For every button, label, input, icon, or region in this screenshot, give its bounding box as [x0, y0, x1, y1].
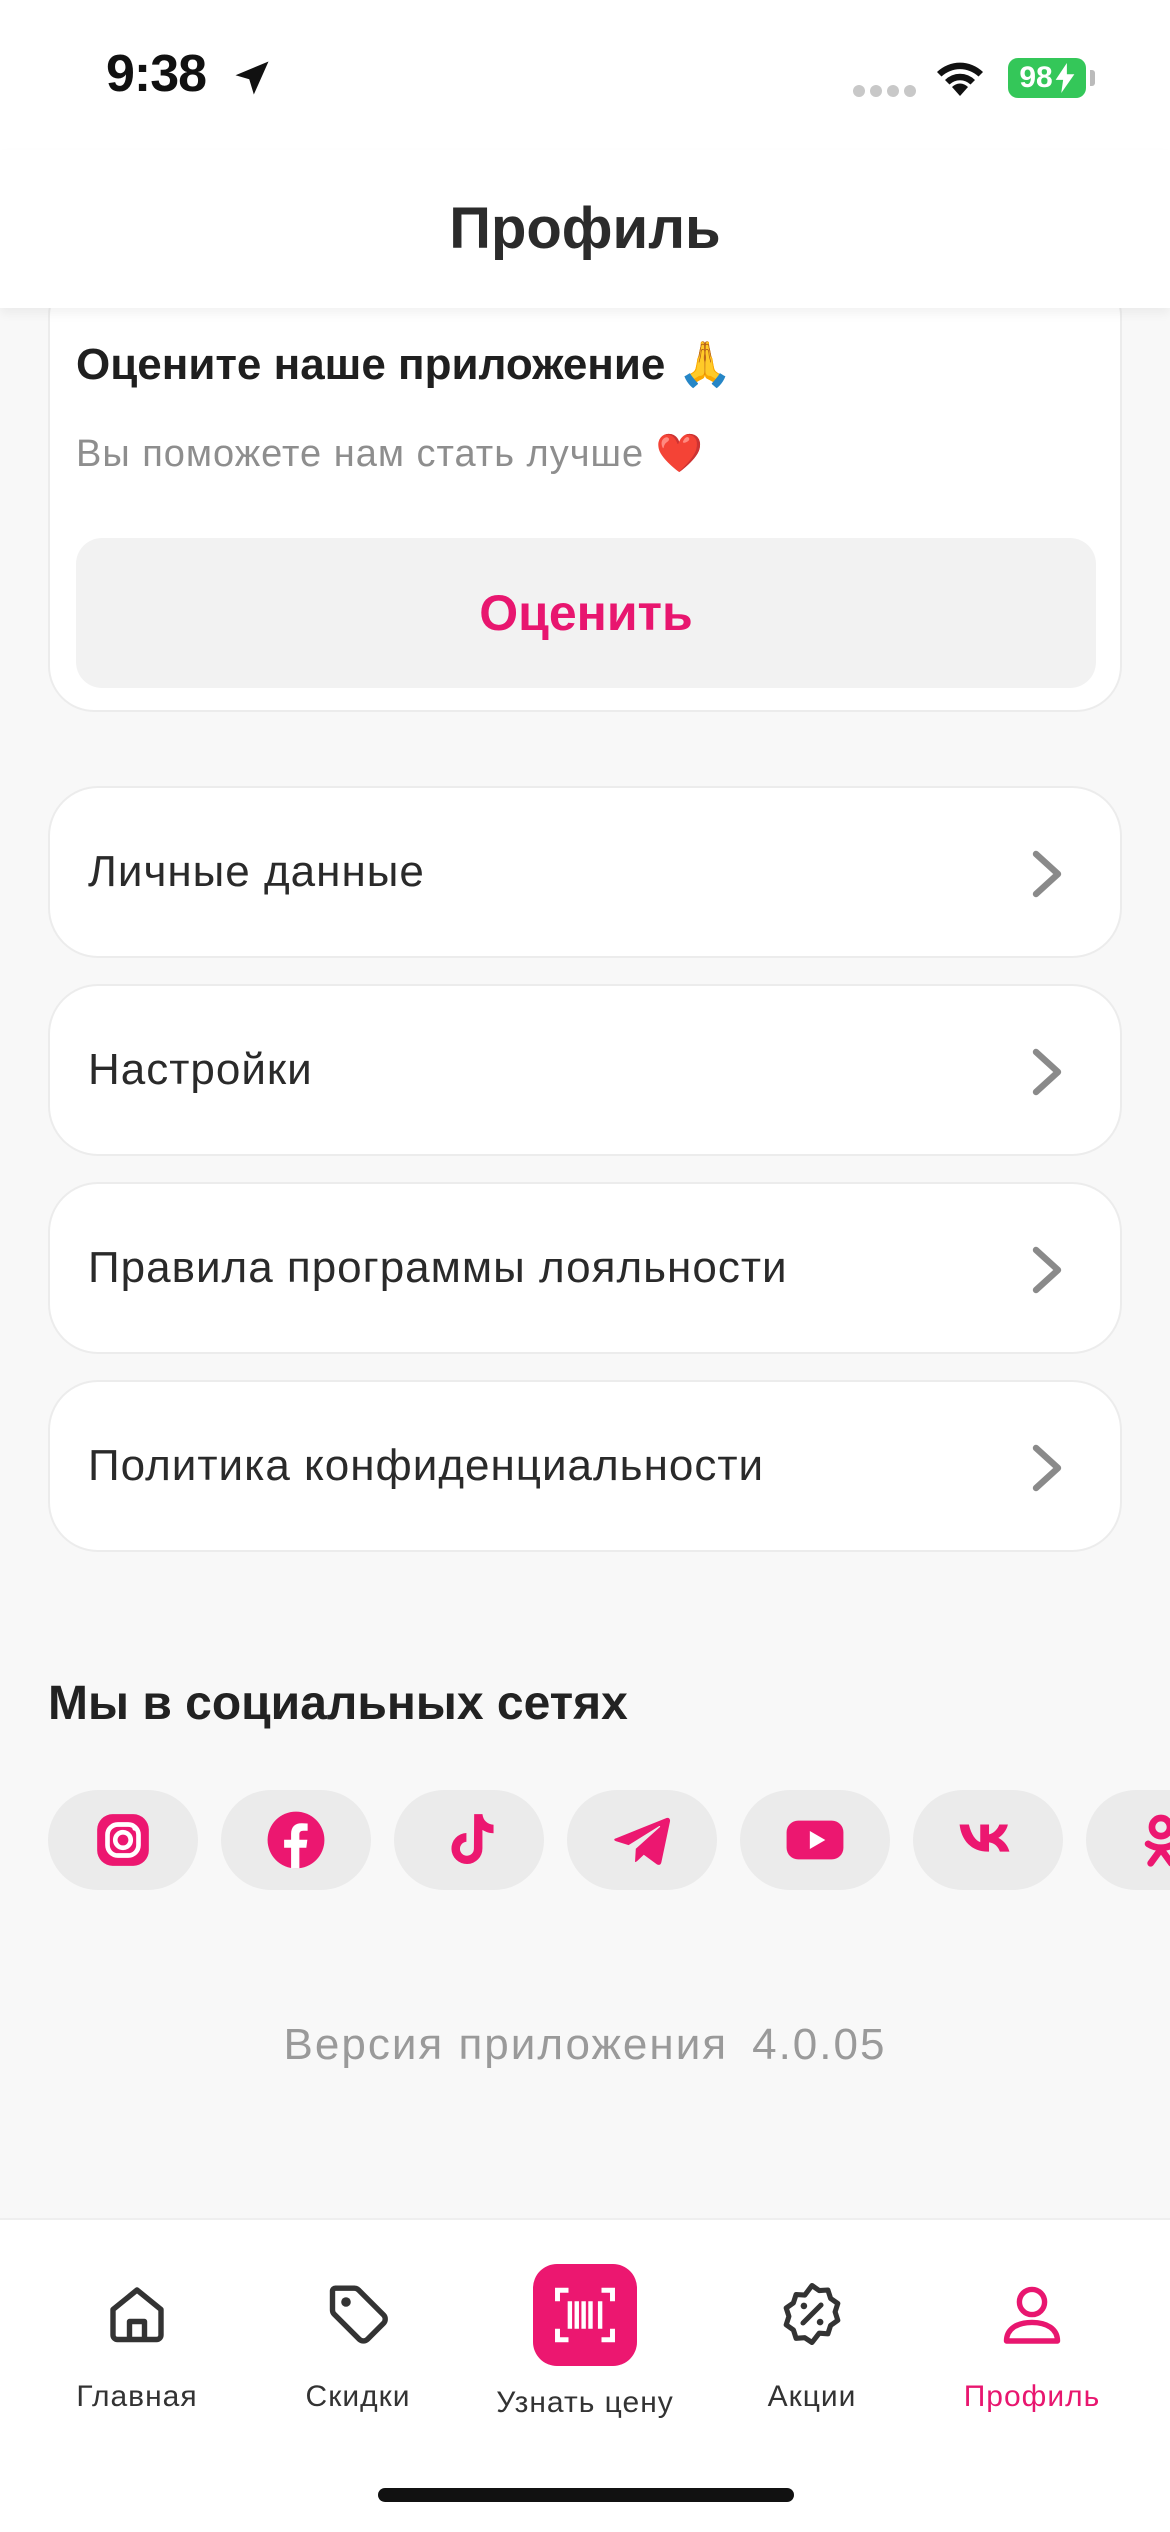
tab-label: Узнать цену — [496, 2386, 674, 2419]
odnoklassniki-icon — [1144, 1814, 1170, 1867]
rate-app-button[interactable]: Оценить — [76, 538, 1096, 688]
app-version-number: 4.0.05 — [752, 2020, 887, 2069]
tab-discounts[interactable]: Скидки — [248, 2270, 468, 2420]
percent-badge-icon — [783, 2282, 841, 2346]
menu-item-label: Личные данные — [88, 847, 425, 896]
instagram-icon — [97, 1814, 149, 1866]
tab-label: Профиль — [963, 2380, 1101, 2413]
status-bar: 9:38 98 — [0, 0, 1170, 150]
vk-icon — [959, 1824, 1010, 1852]
facebook-button[interactable] — [221, 1790, 371, 1890]
instagram-button[interactable] — [48, 1790, 198, 1890]
menu-item-label: Правила программы лояльности — [88, 1243, 788, 1292]
menu-item-loyalty-rules[interactable]: Правила программы лояльности — [48, 1182, 1122, 1354]
telegram-button[interactable] — [567, 1790, 717, 1890]
tab-label: Акции — [767, 2380, 857, 2413]
tab-check-price[interactable]: Узнать цену — [475, 2264, 695, 2420]
tab-label: Скидки — [305, 2380, 411, 2413]
vk-button[interactable] — [913, 1790, 1063, 1890]
app-version: Версия приложения 4.0.05 — [0, 2020, 1170, 2070]
facebook-icon — [267, 1811, 325, 1869]
user-icon — [1003, 2286, 1061, 2344]
menu-item-settings[interactable]: Настройки — [48, 984, 1122, 1156]
tab-promotions[interactable]: Акции — [702, 2270, 922, 2420]
menu-item-label: Настройки — [88, 1045, 313, 1094]
tiktok-button[interactable] — [394, 1790, 544, 1890]
rate-app-card: Оцените наше приложение 🙏 Вы поможете на… — [48, 270, 1122, 712]
bottom-tab-bar: Главная Скидки Узнать цену Акции Профиль — [0, 2218, 1170, 2532]
menu-item-personal-data[interactable]: Личные данные — [48, 786, 1122, 958]
chevron-right-icon — [1032, 1444, 1062, 1492]
menu-item-label: Политика конфиденциальности — [88, 1441, 765, 1490]
scan-button[interactable] — [533, 2264, 637, 2366]
tab-profile[interactable]: Профиль — [922, 2270, 1142, 2420]
tab-label: Главная — [76, 2380, 198, 2413]
social-links-row[interactable] — [48, 1790, 1170, 1938]
menu-item-privacy-policy[interactable]: Политика конфиденциальности — [48, 1380, 1122, 1552]
telegram-icon — [614, 1817, 671, 1865]
home-icon — [110, 2287, 164, 2343]
chevron-right-icon — [1032, 1048, 1062, 1096]
status-time: 9:38 — [106, 45, 207, 103]
rate-app-subtitle: Вы поможете нам стать лучше ❤️ — [76, 433, 705, 475]
chevron-right-icon — [1032, 1246, 1062, 1294]
wifi-icon — [937, 62, 983, 96]
tiktok-icon — [451, 1814, 494, 1865]
page-header: Профиль — [0, 150, 1170, 308]
battery-level: 98 — [1019, 61, 1053, 94]
chevron-right-icon — [1032, 850, 1062, 898]
page-title: Профиль — [449, 196, 721, 261]
tab-home[interactable]: Главная — [27, 2270, 247, 2420]
app-version-label: Версия приложения — [283, 2020, 729, 2069]
home-indicator — [378, 2488, 794, 2502]
rate-app-title: Оцените наше приложение 🙏 — [76, 340, 733, 389]
barcode-scan-icon — [555, 2287, 615, 2343]
tag-icon — [329, 2285, 388, 2344]
youtube-icon — [786, 1820, 844, 1860]
location-arrow-icon — [235, 61, 269, 95]
youtube-button[interactable] — [740, 1790, 890, 1890]
battery-tip — [1090, 70, 1095, 86]
charging-bolt-icon — [1055, 63, 1075, 93]
battery-indicator: 98 — [1008, 58, 1086, 98]
cellular-signal-icon — [853, 85, 916, 97]
social-section-title: Мы в социальных сетях — [48, 1677, 628, 1730]
odnoklassniki-button[interactable] — [1086, 1790, 1170, 1890]
